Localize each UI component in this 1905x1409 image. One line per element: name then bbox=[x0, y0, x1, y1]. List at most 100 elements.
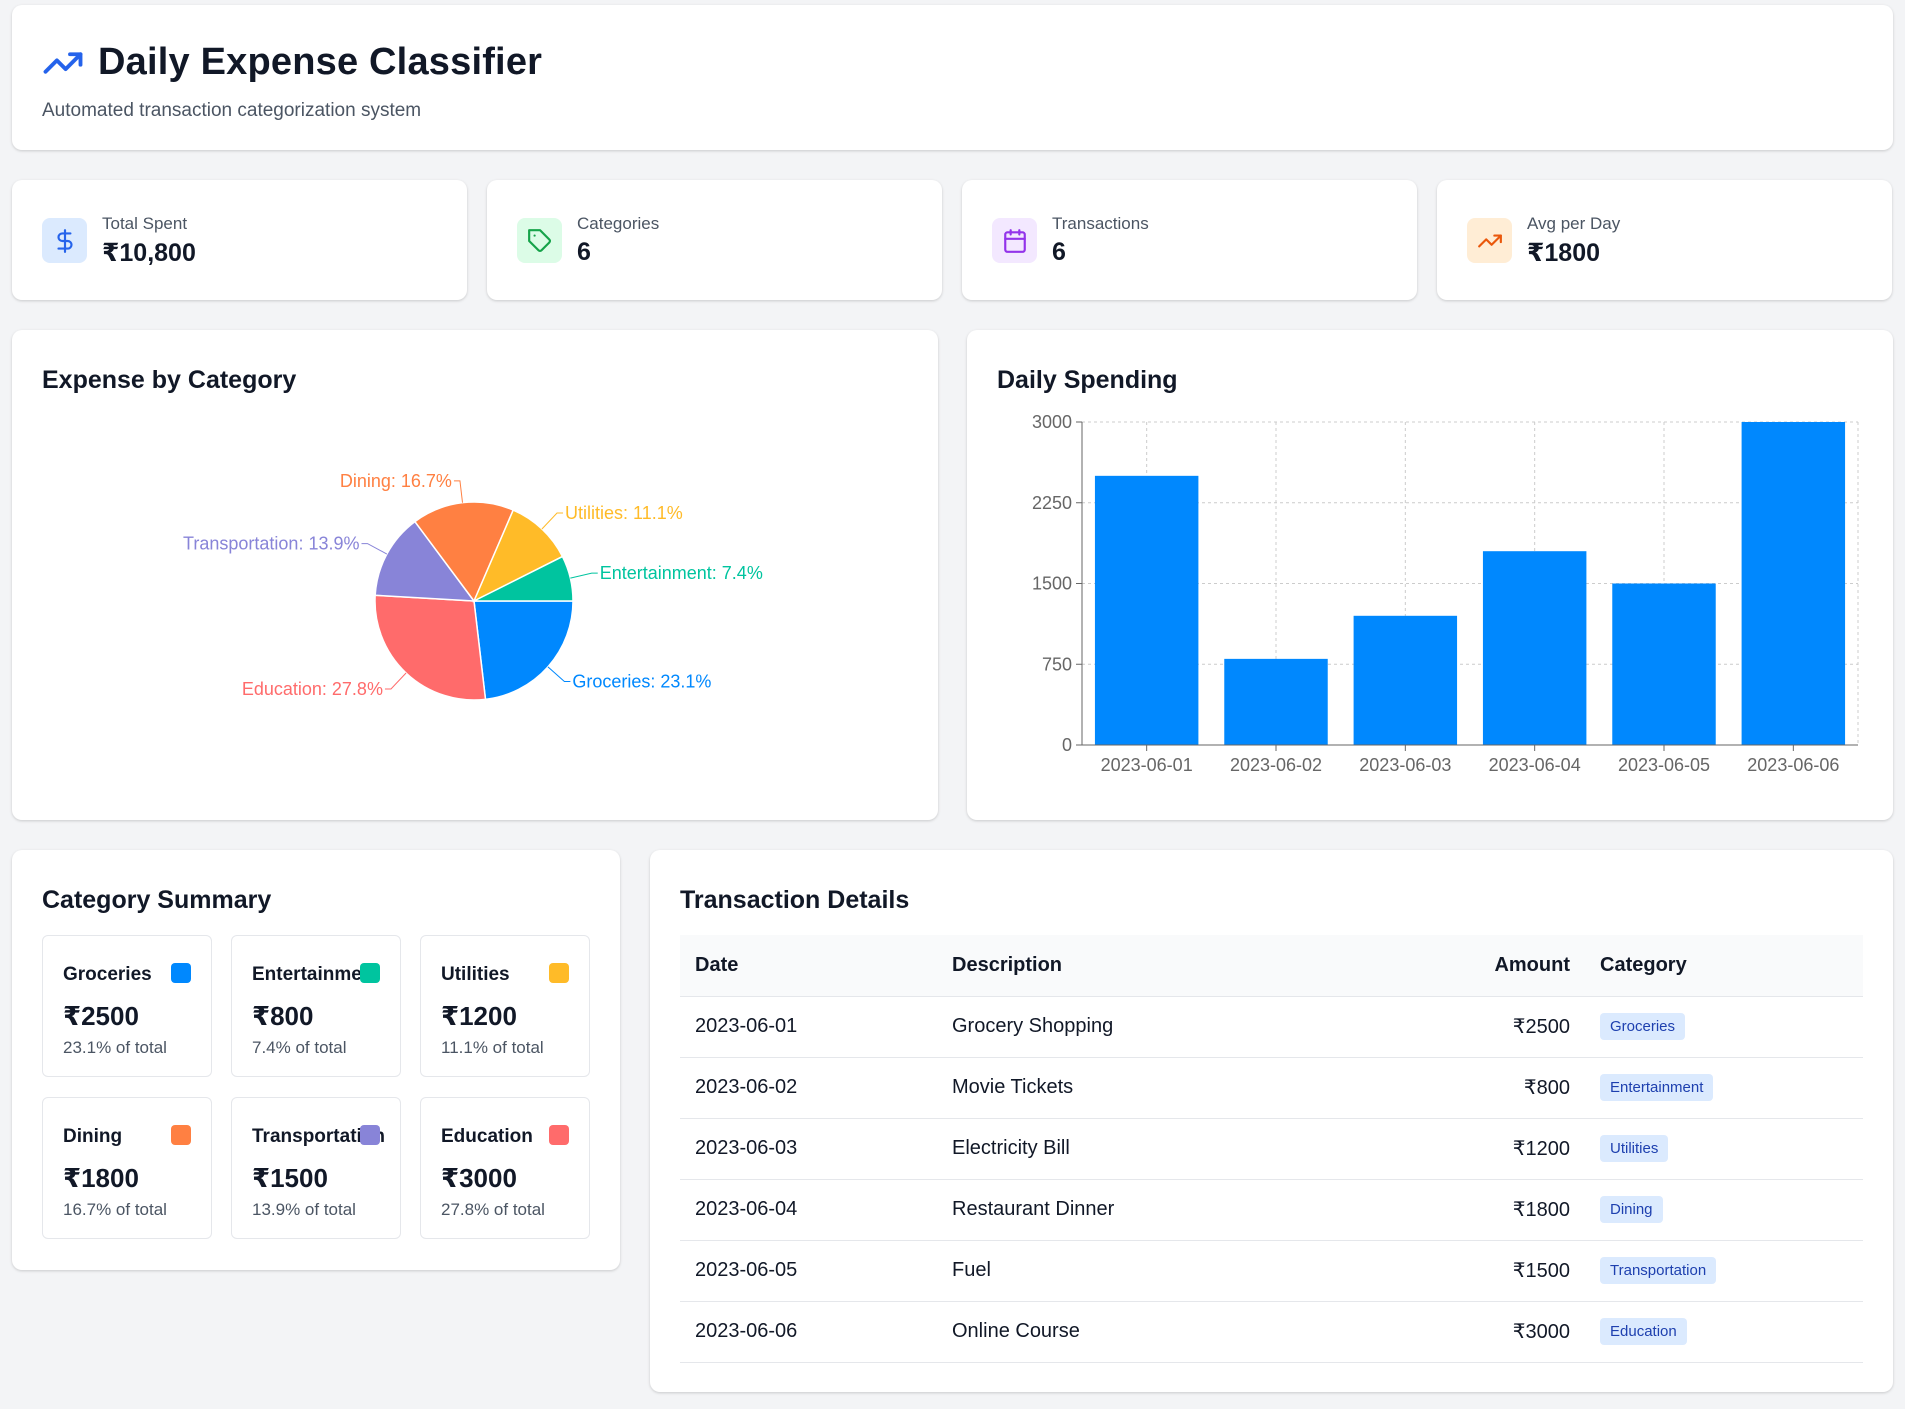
stat-value: 6 bbox=[1052, 238, 1066, 266]
column-header-category[interactable]: Category bbox=[1585, 935, 1863, 997]
tag-icon bbox=[527, 228, 551, 252]
cell-amount: ₹1200 bbox=[1452, 1118, 1585, 1180]
table-row[interactable]: 2023-06-04 Restaurant Dinner ₹1800 Dinin… bbox=[680, 1179, 1863, 1241]
category-badge: Groceries bbox=[1600, 1013, 1686, 1040]
cell-category: Transportation bbox=[1585, 1240, 1863, 1302]
pie-label: Transportation: 13.9% bbox=[183, 534, 359, 554]
stat-icon-box bbox=[517, 218, 562, 263]
transaction-table: Date Description Amount Category 2023-06… bbox=[680, 935, 1863, 1363]
summary-percent: 13.9% of total bbox=[252, 1200, 356, 1219]
title-row: Daily Expense Classifier bbox=[42, 41, 542, 84]
stat-card-categories: Categories 6 bbox=[487, 180, 942, 300]
table-row[interactable]: 2023-06-02 Movie Tickets ₹800 Entertainm… bbox=[680, 1057, 1863, 1119]
stat-value: ₹10,800 bbox=[102, 239, 196, 267]
y-tick-label: 0 bbox=[1062, 735, 1072, 755]
cell-description: Restaurant Dinner bbox=[952, 1179, 1452, 1241]
table-row[interactable]: 2023-06-06 Online Course ₹3000 Education bbox=[680, 1301, 1863, 1363]
pie-chart: Groceries: 23.1% Education: 27.8% Transpor… bbox=[183, 471, 763, 701]
table-title: Transaction Details bbox=[680, 886, 910, 914]
color-swatch bbox=[549, 963, 569, 983]
pie-label: Entertainment: 7.4% bbox=[600, 563, 763, 583]
pie-leader-line bbox=[541, 512, 564, 530]
cell-amount: ₹2500 bbox=[1452, 996, 1585, 1058]
summary-name: Education bbox=[441, 1126, 533, 1147]
pie-label: Dining: 16.7% bbox=[340, 471, 452, 491]
cell-date: 2023-06-03 bbox=[680, 1118, 952, 1180]
daily-spending-card: Daily Spending 0 750 1500 2250 3000 2023-06-0… bbox=[967, 330, 1893, 820]
summary-amount: ₹1500 bbox=[252, 1163, 328, 1193]
transaction-details-card: Transaction Details Date Description Amo… bbox=[650, 850, 1893, 1392]
summary-tile-education: Education ₹3000 27.8% of total bbox=[420, 1097, 590, 1239]
column-header-date[interactable]: Date bbox=[680, 935, 952, 997]
dollar-icon bbox=[56, 228, 73, 253]
pie-label: Groceries: 23.1% bbox=[572, 671, 711, 691]
table-row[interactable]: 2023-06-05 Fuel ₹1500 Transportation bbox=[680, 1240, 1863, 1302]
cell-date: 2023-06-04 bbox=[680, 1179, 952, 1241]
summary-amount: ₹1800 bbox=[63, 1163, 139, 1193]
pie-slice-education[interactable] bbox=[374, 594, 487, 701]
trending-up-icon bbox=[1477, 234, 1502, 247]
bar-2023-06-05[interactable] bbox=[1612, 583, 1716, 746]
category-badge: Education bbox=[1600, 1318, 1687, 1345]
pie-slice-groceries[interactable] bbox=[473, 600, 574, 701]
stat-icon-box bbox=[992, 218, 1037, 263]
category-badge: Dining bbox=[1600, 1196, 1663, 1223]
expense-by-category-card: Expense by Category Groceries: 23.1% Educ… bbox=[12, 330, 938, 820]
cell-amount: ₹1500 bbox=[1452, 1240, 1585, 1302]
y-tick-label: 2250 bbox=[1032, 493, 1072, 513]
stat-icon-box bbox=[1467, 218, 1512, 263]
category-badge: Transportation bbox=[1600, 1257, 1717, 1284]
y-tick-label: 3000 bbox=[1032, 412, 1072, 432]
y-tick-label: 750 bbox=[1042, 654, 1072, 674]
summary-tile-entertainment: Entertainment ₹800 7.4% of total bbox=[231, 935, 401, 1077]
x-tick-label: 2023-06-05 bbox=[1618, 755, 1710, 775]
cell-category: Dining bbox=[1585, 1179, 1863, 1241]
summary-percent: 16.7% of total bbox=[63, 1200, 167, 1219]
trending-up-icon bbox=[43, 51, 83, 74]
column-header-description[interactable]: Description bbox=[952, 935, 1452, 997]
header-card: Daily Expense Classifier Automated trans… bbox=[12, 5, 1893, 150]
summary-percent: 11.1% of total bbox=[441, 1038, 544, 1057]
stat-label: Categories bbox=[577, 214, 660, 233]
summary-percent: 23.1% of total bbox=[63, 1038, 167, 1057]
cell-date: 2023-06-01 bbox=[680, 996, 952, 1058]
color-swatch bbox=[549, 1125, 569, 1145]
summary-amount: ₹3000 bbox=[441, 1163, 517, 1193]
summary-percent: 27.8% of total bbox=[441, 1200, 545, 1219]
stat-value: 6 bbox=[577, 238, 591, 266]
cell-amount: ₹1800 bbox=[1452, 1179, 1585, 1241]
summary-amount: ₹1200 bbox=[441, 1001, 517, 1031]
x-tick-label: 2023-06-03 bbox=[1359, 755, 1451, 775]
bar-2023-06-01[interactable] bbox=[1094, 475, 1199, 745]
page-subtitle: Automated transaction categorization sys… bbox=[42, 100, 422, 121]
table-row[interactable]: 2023-06-01 Grocery Shopping ₹2500 Grocer… bbox=[680, 996, 1863, 1058]
stat-icon-box bbox=[42, 218, 87, 263]
category-summary-card: Category Summary Groceries ₹2500 23.1% o… bbox=[12, 850, 620, 1270]
summary-percent: 7.4% of total bbox=[252, 1038, 347, 1057]
table-header-row: Date Description Amount Category bbox=[680, 935, 1863, 997]
table-row[interactable]: 2023-06-03 Electricity Bill ₹1200 Utilit… bbox=[680, 1118, 1863, 1180]
cell-date: 2023-06-06 bbox=[680, 1301, 952, 1363]
bar-2023-06-04[interactable] bbox=[1482, 551, 1587, 745]
cell-category: Education bbox=[1585, 1301, 1863, 1363]
summary-name: Groceries bbox=[63, 964, 152, 985]
stat-label: Avg per Day bbox=[1527, 214, 1621, 233]
color-swatch bbox=[360, 1125, 380, 1145]
bar-2023-06-02[interactable] bbox=[1224, 658, 1328, 745]
x-tick-label: 2023-06-06 bbox=[1747, 755, 1839, 775]
bar-2023-06-06[interactable] bbox=[1741, 422, 1846, 745]
category-badge: Entertainment bbox=[1600, 1074, 1714, 1101]
stat-label: Transactions bbox=[1052, 214, 1149, 233]
summary-amount: ₹800 bbox=[252, 1001, 314, 1031]
column-header-amount[interactable]: Amount bbox=[1452, 935, 1585, 997]
cell-description: Online Course bbox=[952, 1301, 1452, 1363]
bar-2023-06-03[interactable] bbox=[1353, 615, 1458, 745]
summary-tile-utilities: Utilities ₹1200 11.1% of total bbox=[420, 935, 590, 1077]
page-title: Daily Expense Classifier bbox=[98, 41, 543, 83]
x-tick-label: 2023-06-02 bbox=[1230, 755, 1322, 775]
stat-card-transactions: Transactions 6 bbox=[962, 180, 1417, 300]
y-tick-label: 1500 bbox=[1032, 574, 1072, 594]
cell-description: Fuel bbox=[952, 1240, 1452, 1302]
pie-label: Education: 27.8% bbox=[242, 679, 383, 699]
cell-description: Electricity Bill bbox=[952, 1118, 1452, 1180]
